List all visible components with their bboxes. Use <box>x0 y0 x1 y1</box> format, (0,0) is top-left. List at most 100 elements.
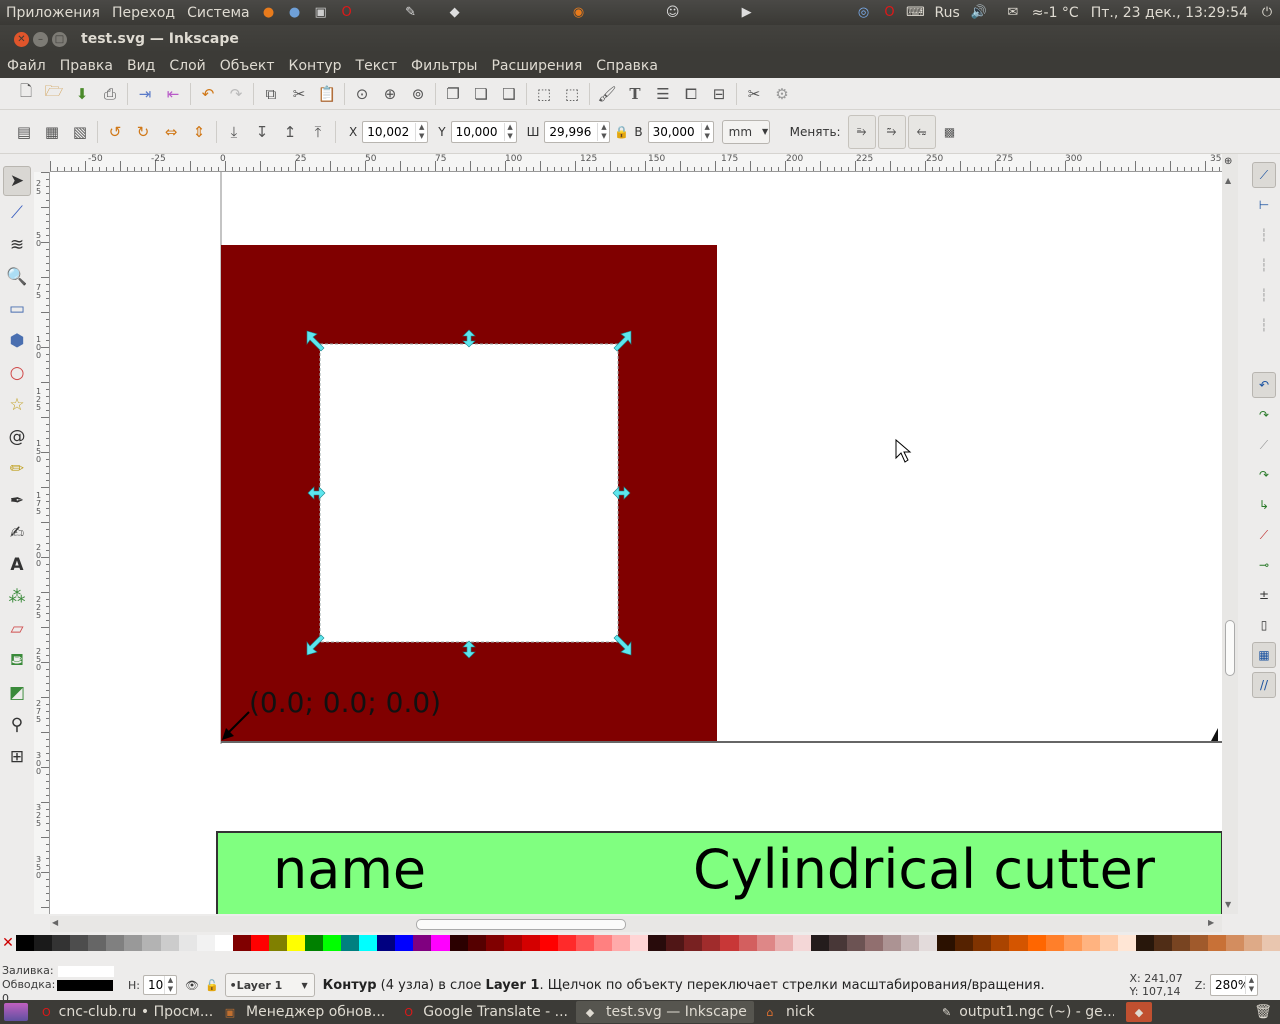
new-document-icon[interactable]: 🗋 <box>12 80 40 108</box>
calligraphy-tool-icon[interactable]: ✍ <box>3 518 31 548</box>
palette-swatch[interactable] <box>738 935 757 951</box>
mail-icon[interactable]: ✉ <box>1002 3 1024 23</box>
eraser-tool-icon[interactable]: ▱ <box>3 614 31 644</box>
selected-inner-square[interactable] <box>319 343 619 643</box>
stroke-swatch[interactable] <box>57 979 114 991</box>
palette-swatch[interactable] <box>70 935 89 951</box>
zoom-spinbox[interactable]: ▲▼ <box>1210 974 1258 996</box>
copy-icon[interactable]: ⧉ <box>257 80 285 108</box>
snap-smooth-nodes-icon[interactable]: ↷ <box>1252 462 1276 488</box>
palette-swatch[interactable] <box>268 935 287 951</box>
palette-swatch[interactable] <box>539 935 558 951</box>
palette-swatch[interactable] <box>124 935 143 951</box>
transform-gradients-toggle[interactable]: ⥳ <box>907 114 936 149</box>
menu-file[interactable]: Файл <box>0 58 53 74</box>
palette-swatch[interactable] <box>413 935 432 951</box>
snap-line-midpoints-icon[interactable]: ↳ <box>1252 492 1276 518</box>
drawing-canvas[interactable]: (0.0; 0.0; 0.0) name Cylindrical cutter <box>50 172 1222 914</box>
menu-object[interactable]: Объект <box>213 58 282 74</box>
trash-icon[interactable]: 🗑 <box>1254 1004 1272 1020</box>
width-spin-arrows[interactable]: ▲ ▼ <box>597 122 609 141</box>
palette-swatch[interactable] <box>792 935 811 951</box>
palette-swatch[interactable] <box>1045 935 1064 951</box>
select-all-layers-icon[interactable]: ▦ <box>38 118 66 146</box>
zoom-drawing-icon[interactable]: ⊕ <box>376 80 404 108</box>
palette-swatch[interactable] <box>557 935 576 951</box>
blender-icon[interactable]: ◉ <box>568 3 590 23</box>
taskbar-item-gedit[interactable]: ✎ output1.ngc (~) - ge... <box>936 1001 1114 1023</box>
raise-top-icon[interactable]: ⤒ <box>304 118 332 146</box>
origin-coordinate-label[interactable]: (0.0; 0.0; 0.0) <box>249 686 441 719</box>
snap-grids-icon[interactable]: ▦ <box>1252 642 1276 668</box>
opera-icon[interactable]: O <box>336 3 358 23</box>
window-titlebar[interactable]: ✕ – □ test.svg — Inkscape <box>0 25 1280 53</box>
palette-swatch[interactable] <box>196 935 215 951</box>
unlink-clone-icon[interactable]: ❑ <box>495 80 523 108</box>
ungroup-icon[interactable]: ⬚ <box>558 80 586 108</box>
taskbar-item-inkscape[interactable]: ◆ test.svg — Inkscape <box>576 1001 754 1023</box>
scroll-up-arrow[interactable]: ▲ <box>1225 176 1231 185</box>
palette-swatch[interactable] <box>1190 935 1209 951</box>
palette-swatch[interactable] <box>1208 935 1227 951</box>
palette-swatch[interactable] <box>973 935 992 951</box>
export-icon[interactable]: ⇤ <box>159 80 187 108</box>
palette-swatch[interactable] <box>1226 935 1245 951</box>
opacity-spin-arrows[interactable]: ▲ ▼ <box>163 976 176 994</box>
menu-edit[interactable]: Правка <box>53 58 120 74</box>
document-preferences-icon[interactable]: ✂ <box>740 80 768 108</box>
text-font-icon[interactable]: T <box>621 80 649 108</box>
info-value-label[interactable]: Cylindrical cutter <box>693 838 1156 901</box>
zoom-page-icon[interactable]: ⊚ <box>404 80 432 108</box>
snap-cusp-nodes-icon[interactable]: ⟋ <box>1252 432 1276 458</box>
lower-icon[interactable]: ↧ <box>248 118 276 146</box>
y-spinbox[interactable]: ▲▼ <box>450 120 517 143</box>
undo-icon[interactable]: ↶ <box>194 80 222 108</box>
chromium-icon[interactable]: ● <box>284 3 306 23</box>
scale-corners-toggle[interactable]: ⥲ <box>877 114 906 149</box>
taskbar-item-nick[interactable]: ⌂ nick <box>756 1001 934 1023</box>
3d-box-tool-icon[interactable]: ⬢ <box>3 326 31 356</box>
palette-swatch[interactable] <box>323 935 342 951</box>
scroll-down-arrow[interactable]: ▼ <box>1225 900 1231 909</box>
menu-view[interactable]: Вид <box>120 58 162 74</box>
selector-tool-icon[interactable]: ➤ <box>3 166 31 196</box>
print-icon[interactable]: ⎙ <box>96 80 124 108</box>
menu-applications[interactable]: Приложения <box>0 5 106 21</box>
text-tool-icon[interactable]: A <box>3 550 31 580</box>
preferences-icon[interactable]: ⚙ <box>768 80 796 108</box>
clone-icon[interactable]: ❏ <box>467 80 495 108</box>
x-spin-arrows[interactable]: ▲ ▼ <box>415 122 427 141</box>
open-file-icon[interactable]: 🗁 <box>40 80 68 108</box>
horizontal-scroll-thumb[interactable] <box>416 919 626 930</box>
import-icon[interactable]: ⇥ <box>131 80 159 108</box>
editor-icon[interactable]: ✎ <box>400 3 422 23</box>
palette-swatch[interactable] <box>286 935 305 951</box>
palette-swatch[interactable] <box>883 935 902 951</box>
keyboard-layout[interactable]: Rus <box>929 5 966 21</box>
pen-tool-icon[interactable]: ✒ <box>3 486 31 516</box>
palette-swatch[interactable] <box>1244 935 1263 951</box>
menu-path[interactable]: Контур <box>282 58 349 74</box>
palette-swatch[interactable] <box>52 935 71 951</box>
gradient-tool-icon[interactable]: ◩ <box>3 678 31 708</box>
palette-swatch[interactable] <box>142 935 161 951</box>
fill-swatch[interactable] <box>57 965 114 977</box>
canvas-svg[interactable]: (0.0; 0.0; 0.0) name Cylindrical cutter <box>50 172 1222 914</box>
scale-stroke-toggle[interactable]: ⥱ <box>847 114 876 149</box>
lock-icon[interactable]: 🔒 <box>610 118 632 146</box>
dropper-tool-icon[interactable]: ⚲ <box>3 710 31 740</box>
inkscape-tray-icon[interactable]: ◆ <box>1126 1002 1152 1022</box>
fill-stroke-icon[interactable]: 🖌 <box>593 80 621 108</box>
height-spin-arrows[interactable]: ▲ ▼ <box>700 122 713 141</box>
power-icon[interactable]: ⏻ <box>1256 3 1278 23</box>
snap-bbox-edges-icon[interactable]: ┆ <box>1252 222 1276 248</box>
tweak-tool-icon[interactable]: ≋ <box>3 230 31 260</box>
palette-swatch[interactable] <box>702 935 721 951</box>
zoom-selection-icon[interactable]: ⊙ <box>348 80 376 108</box>
firefox-icon[interactable]: ● <box>258 3 280 23</box>
palette-swatch[interactable] <box>160 935 179 951</box>
toggle-lock-icon[interactable]: 🔓 <box>205 979 219 992</box>
volume-icon[interactable]: 🔊 <box>968 3 990 23</box>
palette-swatch[interactable] <box>359 935 378 951</box>
clock[interactable]: Пт., 23 дек., 13:29:54 <box>1085 5 1254 21</box>
